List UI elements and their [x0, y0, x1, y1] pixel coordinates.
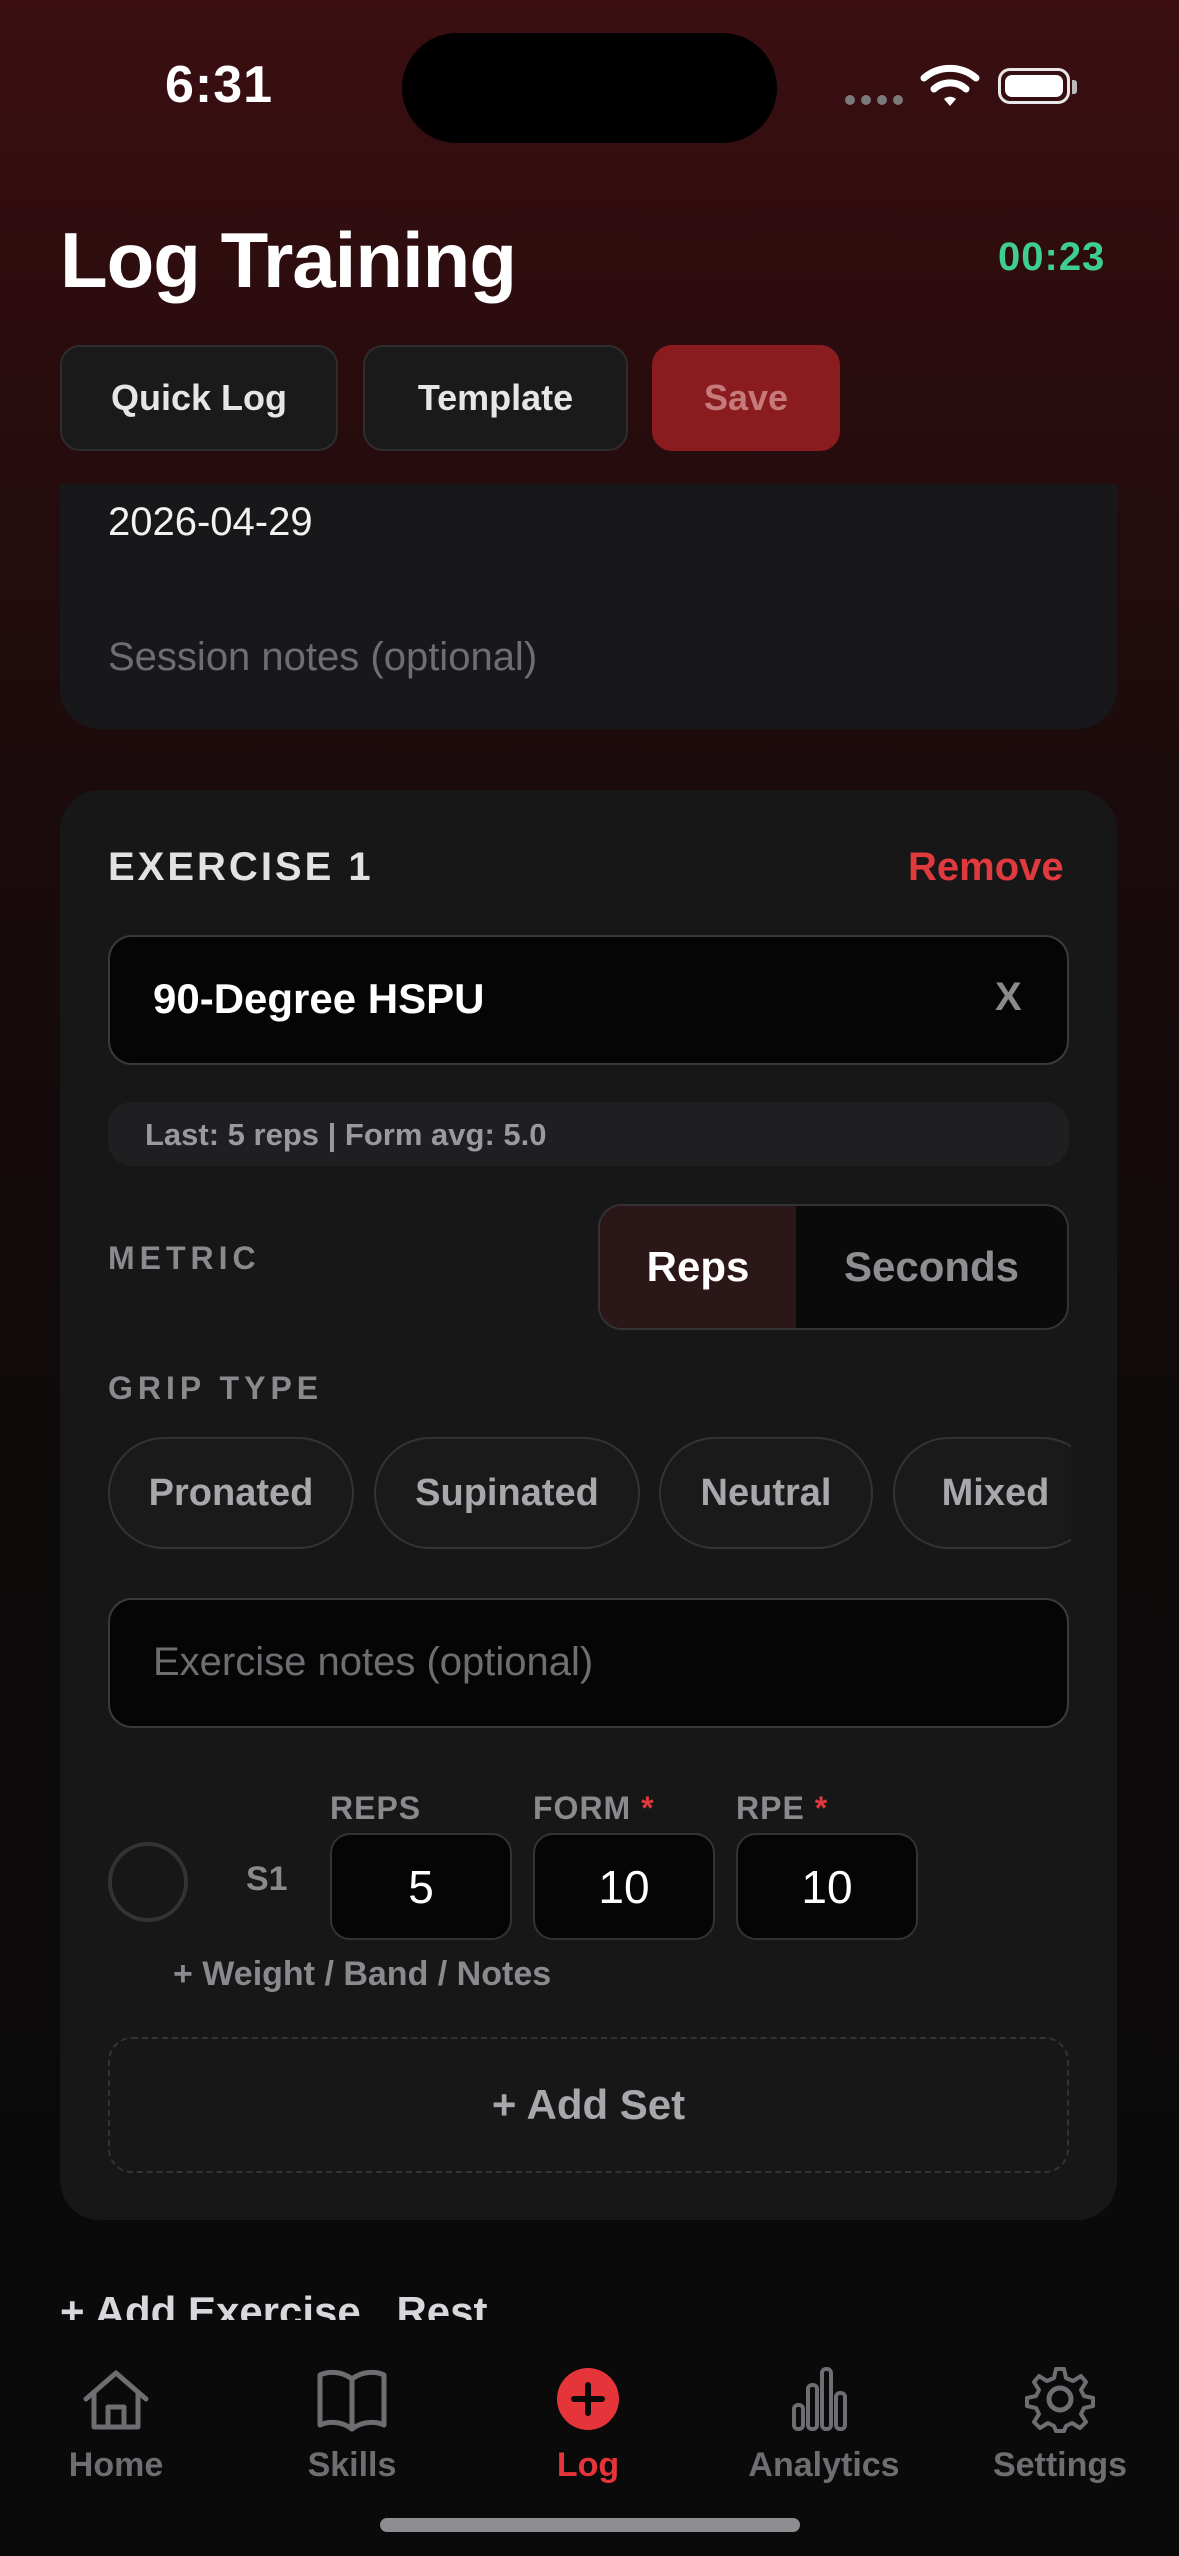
last-performance-text: Last: 5 reps | Form avg: 5.0 — [145, 1117, 547, 1152]
grip-chip-pronated[interactable]: Pronated — [108, 1437, 354, 1549]
exercise-label: EXERCISE 1 — [108, 845, 374, 889]
grip-chip-supinated[interactable]: Supinated — [374, 1437, 640, 1549]
set-rpe-input[interactable]: 10 — [736, 1833, 918, 1940]
column-header-rpe: RPE * — [736, 1790, 829, 1826]
book-icon — [317, 2369, 387, 2432]
add-exercise-link[interactable]: + Add Exercise — [60, 2288, 361, 2320]
save-button[interactable]: Save — [652, 345, 840, 451]
column-header-form: FORM * — [533, 1790, 655, 1826]
set-form-input[interactable]: 10 — [533, 1833, 715, 1940]
remove-exercise-button[interactable]: Remove — [908, 845, 1064, 890]
tab-settings-label: Settings — [992, 2446, 1128, 2484]
column-header-reps: REPS — [330, 1790, 422, 1826]
set-extras-link[interactable]: + Weight / Band / Notes — [173, 1955, 551, 1994]
tab-analytics-label: Analytics — [748, 2446, 900, 2484]
status-time: 6:31 — [165, 56, 274, 114]
signal-icon — [845, 92, 909, 110]
dynamic-island — [402, 33, 777, 143]
tab-home[interactable]: Home — [16, 2365, 216, 2485]
set-label: S1 — [246, 1860, 288, 1898]
metric-label: METRIC — [108, 1240, 261, 1276]
gear-icon — [1025, 2367, 1095, 2433]
battery-icon — [998, 68, 1070, 104]
page-title: Log Training — [60, 216, 517, 304]
metric-option-seconds[interactable]: Seconds — [796, 1243, 1067, 1291]
exercise-name: 90-Degree HSPU — [153, 975, 485, 1022]
template-button[interactable]: Template — [363, 345, 628, 451]
exercise-notes-placeholder: Exercise notes (optional) — [153, 1640, 594, 1684]
metric-option-reps[interactable]: Reps — [600, 1243, 796, 1291]
set-reps-input[interactable]: 5 — [330, 1833, 512, 1940]
grip-chip-mixed[interactable]: Mixed — [893, 1437, 1071, 1549]
battery-nub — [1072, 80, 1077, 94]
tab-log[interactable]: Log — [488, 2365, 688, 2485]
tab-analytics[interactable]: Analytics — [724, 2365, 924, 2485]
tab-settings[interactable]: Settings — [960, 2365, 1160, 2485]
session-timer: 00:23 — [998, 235, 1106, 279]
add-set-button[interactable]: + Add Set — [108, 2037, 1069, 2173]
session-date-field[interactable]: 2026-04-29 — [108, 500, 313, 545]
grip-chip-neutral[interactable]: Neutral — [659, 1437, 873, 1549]
rest-link[interactable]: Rest — [396, 2288, 487, 2320]
home-icon — [83, 2370, 149, 2430]
plus-circle-icon — [557, 2368, 619, 2430]
wifi-icon — [920, 64, 980, 106]
footer-links: + Add Exercise Rest — [60, 2288, 488, 2320]
tab-skills-label: Skills — [307, 2446, 397, 2484]
clear-exercise-button[interactable]: X — [995, 975, 1022, 1020]
set-complete-checkbox[interactable] — [108, 1842, 188, 1922]
tab-log-label: Log — [556, 2446, 620, 2484]
session-notes-input[interactable]: Session notes (optional) — [108, 635, 537, 680]
grip-type-label: GRIP TYPE — [108, 1370, 324, 1406]
tab-home-label: Home — [68, 2446, 164, 2484]
grip-chip-row: Pronated Supinated Neutral Mixed — [108, 1430, 1071, 1560]
quick-log-button[interactable]: Quick Log — [60, 345, 338, 451]
tab-skills[interactable]: Skills — [252, 2365, 452, 2485]
bar-chart-icon — [792, 2367, 847, 2431]
home-indicator[interactable] — [380, 2518, 800, 2532]
